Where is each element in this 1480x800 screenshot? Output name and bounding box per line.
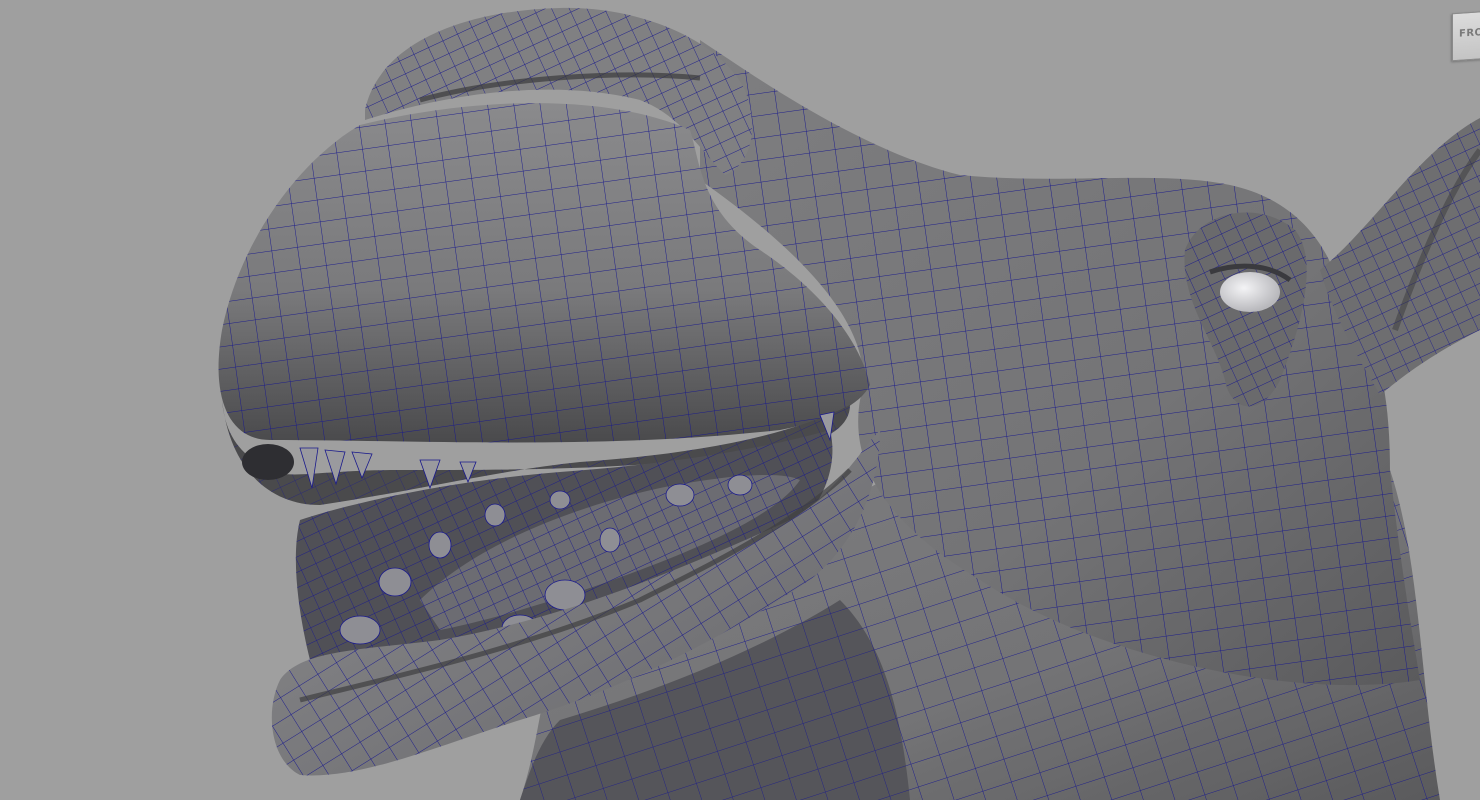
view-cube[interactable]: FRONT [1452, 10, 1480, 62]
dinosaur-head-mesh[interactable] [0, 0, 1480, 800]
3d-viewport[interactable]: FRONT [0, 0, 1480, 800]
nostril [242, 444, 294, 480]
eye-ball [1220, 272, 1280, 312]
view-cube-face-label[interactable]: FRONT [1459, 26, 1480, 40]
